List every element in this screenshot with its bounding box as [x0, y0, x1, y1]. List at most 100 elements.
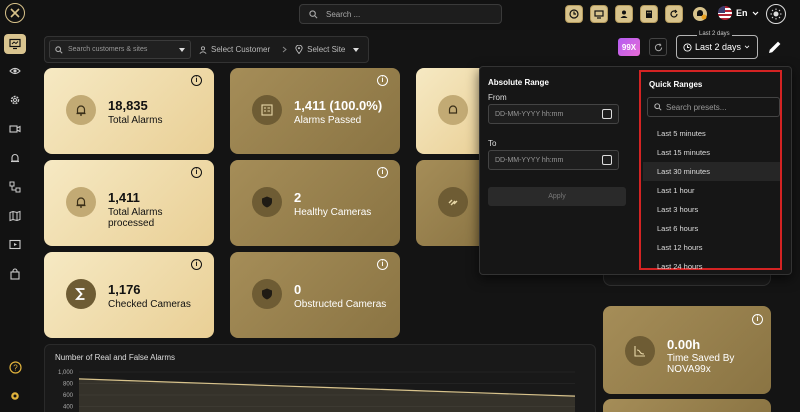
quick-range-item[interactable]: Last 6 hours: [643, 219, 780, 238]
quick-range-item[interactable]: Last 24 hours: [643, 257, 780, 269]
graph-icon: [634, 346, 645, 357]
card-label: Total Alarms processed: [108, 207, 163, 229]
quick-range-item[interactable]: Last 3 hours: [643, 200, 780, 219]
info-icon[interactable]: i: [377, 259, 388, 270]
time-range-value: Last 2 days: [695, 42, 742, 52]
notifications-button[interactable]: [691, 5, 709, 23]
sidebar-item-hierarchy[interactable]: [7, 179, 23, 195]
card-value: 1,411: [108, 190, 140, 205]
quick-ranges-section: Quick Ranges Search presets... Last 5 mi…: [639, 70, 782, 270]
quick-range-item[interactable]: Last 15 minutes: [643, 143, 780, 162]
bell-icon-wrap: [438, 95, 468, 125]
quick-range-item[interactable]: Last 12 hours: [643, 238, 780, 257]
card-label: Obstructed Cameras: [294, 299, 387, 310]
refresh-button[interactable]: [649, 38, 667, 56]
clock-button[interactable]: [565, 5, 583, 23]
app-logo[interactable]: [5, 3, 25, 23]
card-value: 0: [294, 282, 302, 297]
calendar-icon[interactable]: [602, 155, 612, 165]
building-button[interactable]: [640, 5, 658, 23]
sidebar-item-live-view[interactable]: [7, 63, 23, 79]
from-datetime-input[interactable]: DD-MM-YYYY hh:mm: [488, 104, 619, 124]
settings-gear-icon: [11, 392, 19, 400]
info-icon[interactable]: i: [191, 259, 202, 270]
chevron-down-icon: [752, 11, 758, 15]
theme-toggle[interactable]: [766, 4, 786, 24]
shopping-bag-icon: [10, 268, 20, 280]
card-value: 1,411 (100.0%): [294, 98, 383, 113]
chevron-down-icon: [744, 45, 750, 49]
global-search-input[interactable]: Search ...: [299, 4, 502, 24]
quick-range-item[interactable]: Last 1 hour: [643, 181, 780, 200]
sigma-icon: [74, 288, 85, 300]
to-datetime-input[interactable]: DD-MM-YYYY hh:mm: [488, 150, 619, 170]
sidebar-item-dashboard[interactable]: [4, 34, 26, 54]
card-alarms-passed[interactable]: i 1,411 (100.0%) Alarms Passed: [230, 68, 400, 154]
calendar-icon[interactable]: [602, 109, 612, 119]
info-icon[interactable]: i: [191, 167, 202, 178]
customer-site-search-placeholder: Search customers & sites: [68, 46, 148, 53]
info-icon[interactable]: i: [752, 314, 763, 325]
sigma-icon-wrap: [66, 279, 96, 309]
search-icon: [654, 103, 662, 111]
sidebar-item-help[interactable]: ?: [7, 359, 23, 375]
location-pin-icon: [295, 45, 303, 54]
building-icon: [646, 10, 652, 18]
language-selector[interactable]: En: [718, 6, 759, 20]
sidebar-item-alarms[interactable]: [7, 150, 23, 166]
sidebar-item-store[interactable]: [7, 266, 23, 282]
card-label: Total Alarms: [108, 115, 163, 126]
time-range-button[interactable]: Last 2 days: [676, 35, 758, 59]
select-customer-dropdown[interactable]: Select Customer: [199, 45, 270, 54]
bell-icon-wrap: [66, 187, 96, 217]
presets-search-input[interactable]: Search presets...: [647, 97, 780, 117]
y-tick-label: 600: [63, 393, 74, 399]
sidebar-item-cameras[interactable]: [7, 121, 23, 137]
card-label: Checked Cameras: [108, 299, 191, 310]
checklist-icon: [261, 104, 273, 116]
bell-icon: [448, 105, 458, 114]
alarms-chart: Number of Real and False Alarms 1,000 800…: [44, 344, 596, 412]
card-healthy-cameras[interactable]: i 2 Healthy Cameras: [230, 160, 400, 246]
quick-range-item[interactable]: Last 5 minutes: [643, 124, 780, 143]
info-icon[interactable]: i: [377, 75, 388, 86]
sidebar-item-settings[interactable]: [7, 92, 23, 108]
nova99x-badge[interactable]: 99X: [618, 38, 640, 56]
quick-range-item[interactable]: Last 30 minutes: [643, 162, 780, 181]
absolute-range-title: Absolute Range: [488, 78, 549, 87]
select-customer-label: Select Customer: [211, 45, 271, 54]
card-total-alarms[interactable]: i 18,835 Total Alarms: [44, 68, 214, 154]
logo-icon: [10, 8, 20, 18]
monitor-button[interactable]: [590, 5, 608, 23]
play-screen-icon: [9, 239, 21, 250]
apply-button[interactable]: Apply: [488, 187, 626, 206]
sidebar-item-playback[interactable]: [7, 237, 23, 253]
customer-site-search-input[interactable]: Search customers & sites: [49, 40, 191, 59]
card-total-alarms-processed[interactable]: i 1,411 Total Alarms processed: [44, 160, 214, 246]
series-area: [79, 378, 575, 412]
sidebar-item-preferences[interactable]: [7, 388, 23, 404]
info-icon[interactable]: i: [377, 167, 388, 178]
quick-ranges-list: Last 5 minutes Last 15 minutes Last 30 m…: [643, 124, 780, 269]
select-site-dropdown[interactable]: Select Site: [295, 45, 360, 54]
caret-down-icon: [353, 47, 360, 52]
clock-icon: [683, 42, 692, 52]
card-checked-cameras[interactable]: i 1,176 Checked Cameras: [44, 252, 214, 338]
refresh-icon: [654, 42, 662, 51]
top-bar: Search ... En: [0, 0, 800, 30]
edit-pencil-icon[interactable]: [767, 39, 783, 55]
video-camera-icon: [9, 125, 21, 133]
bell-icon: [693, 7, 707, 21]
right-card-bottom-partial: [603, 399, 771, 412]
card-time-saved[interactable]: i 0.00h Time Saved By NOVA99x: [603, 306, 771, 394]
info-icon[interactable]: i: [191, 75, 202, 86]
user-icon: [620, 10, 628, 18]
chevron-right-icon: [282, 46, 287, 53]
card-obstructed-cameras[interactable]: i 0 Obstructed Cameras: [230, 252, 400, 338]
from-label: From: [488, 93, 507, 102]
sun-icon: [770, 8, 782, 20]
refresh-top-button[interactable]: [665, 5, 683, 23]
to-placeholder: DD-MM-YYYY hh:mm: [495, 156, 564, 164]
user-button[interactable]: [615, 5, 633, 23]
sidebar-item-map[interactable]: [7, 208, 23, 224]
